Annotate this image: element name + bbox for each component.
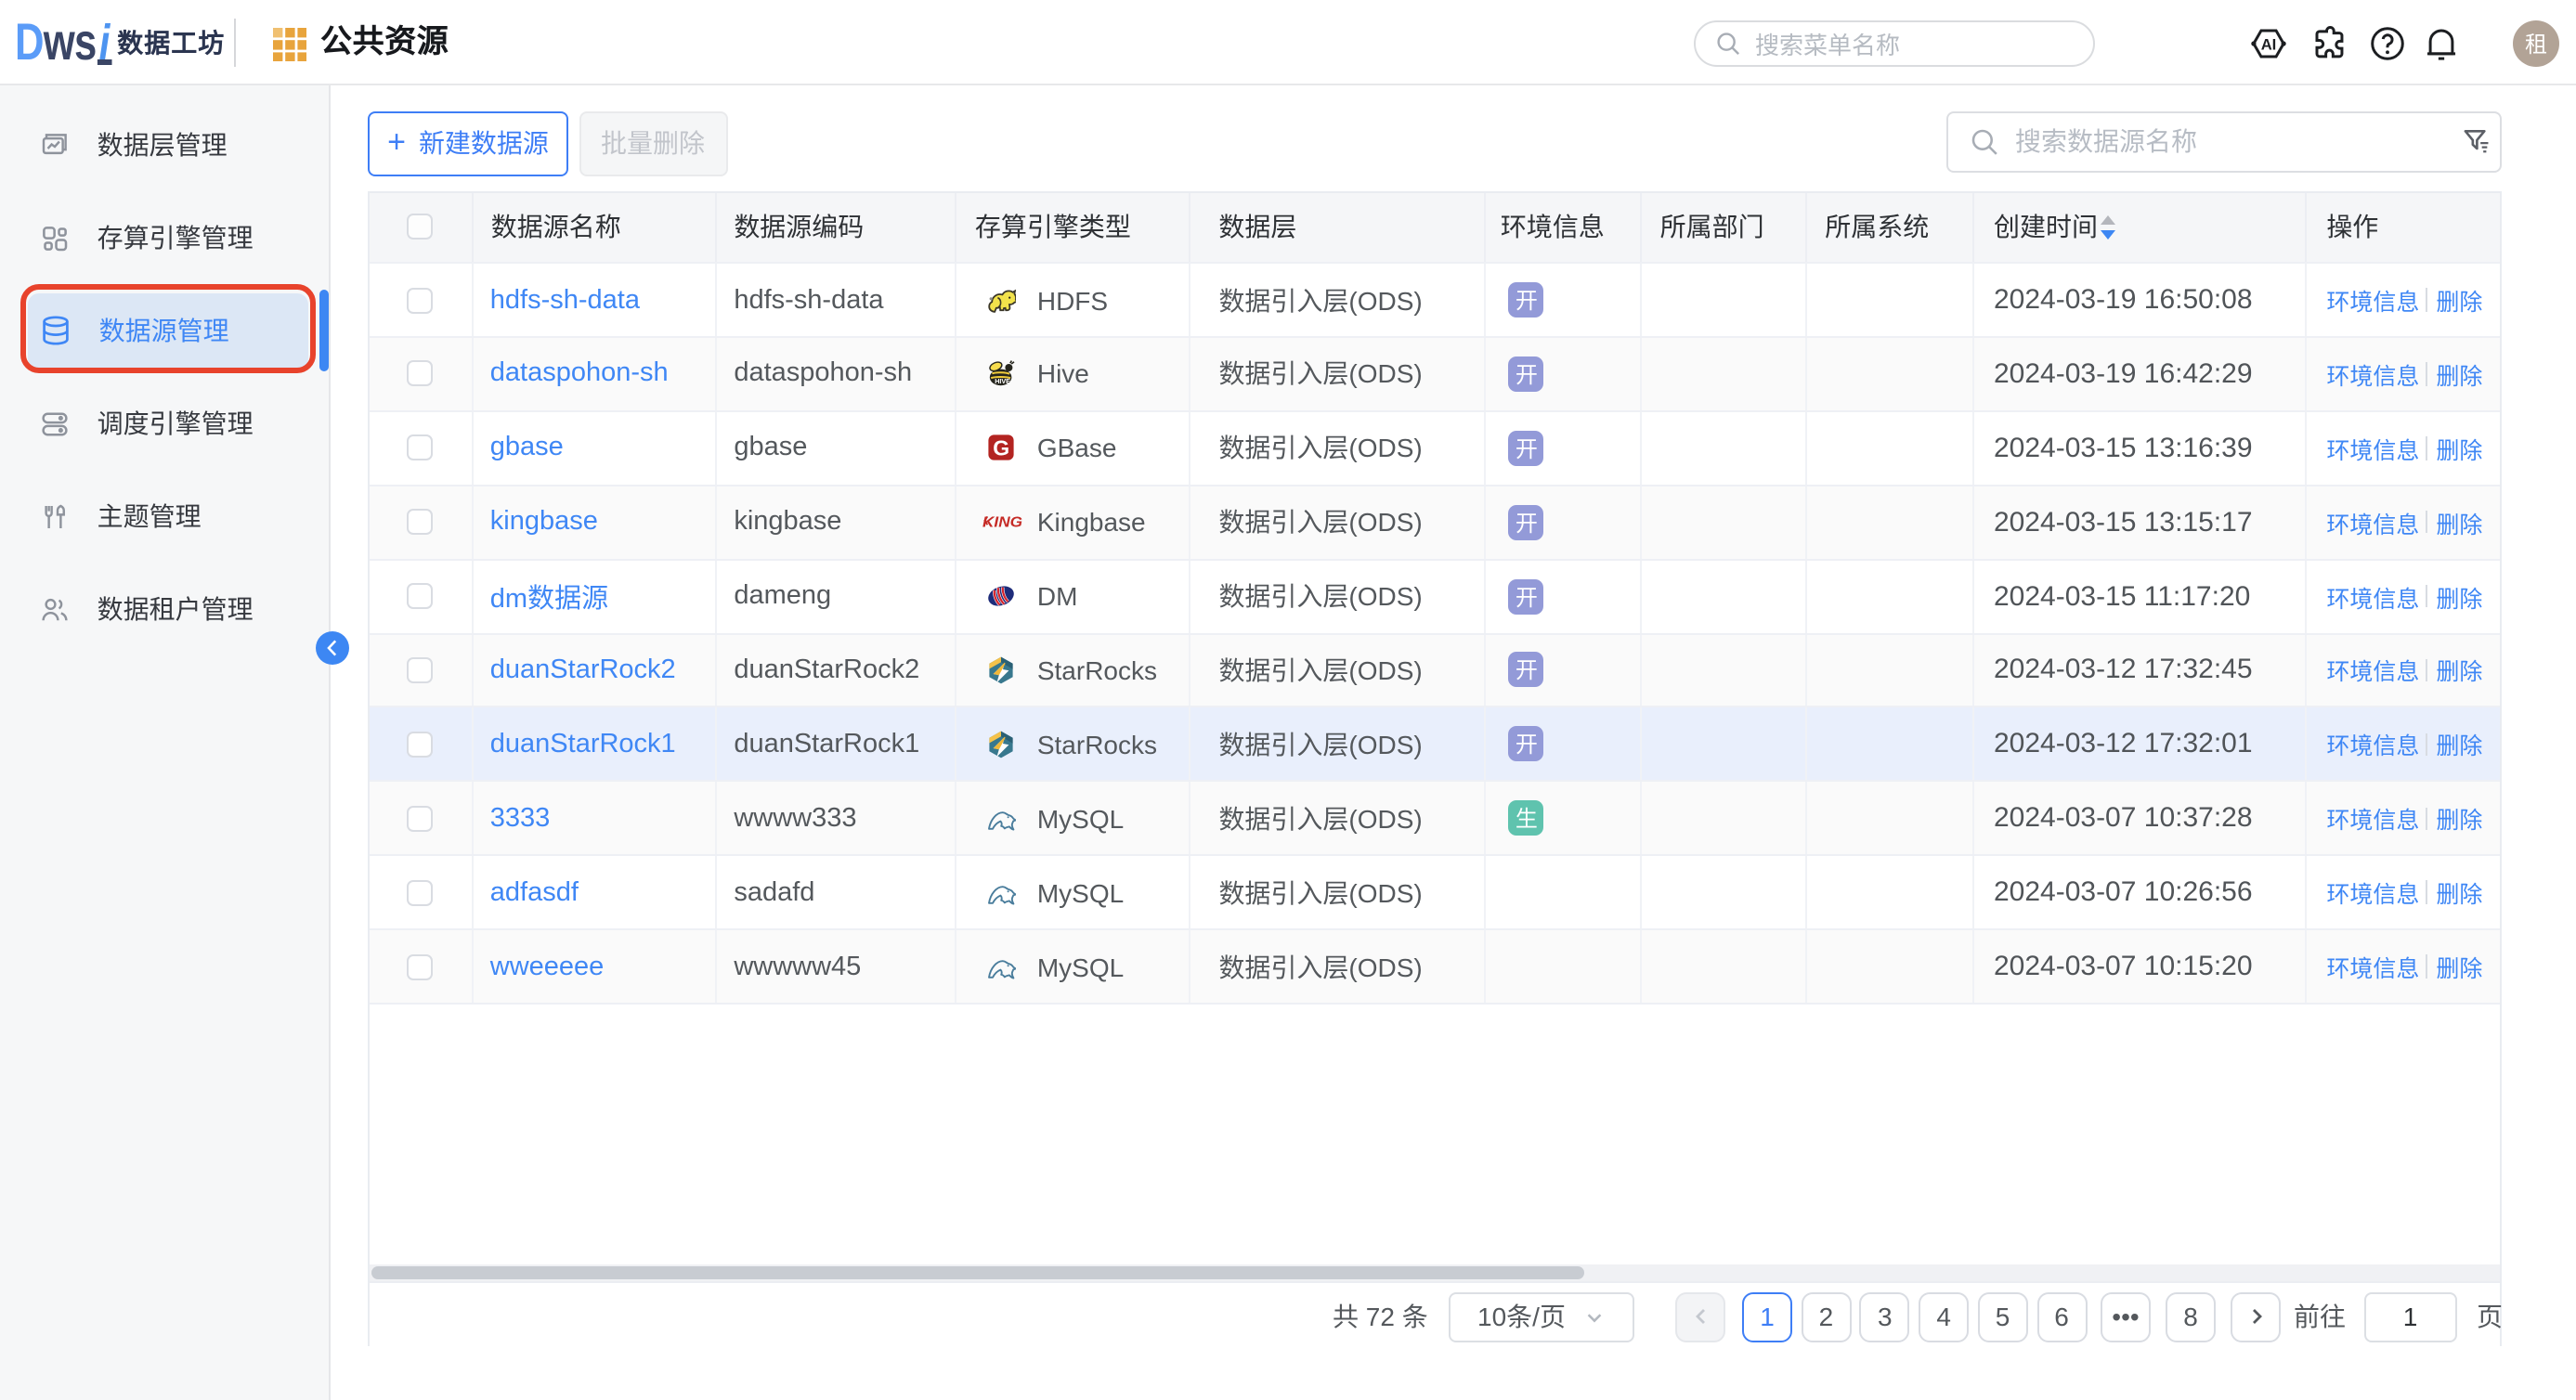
svg-text:AI: AI xyxy=(2260,34,2276,52)
